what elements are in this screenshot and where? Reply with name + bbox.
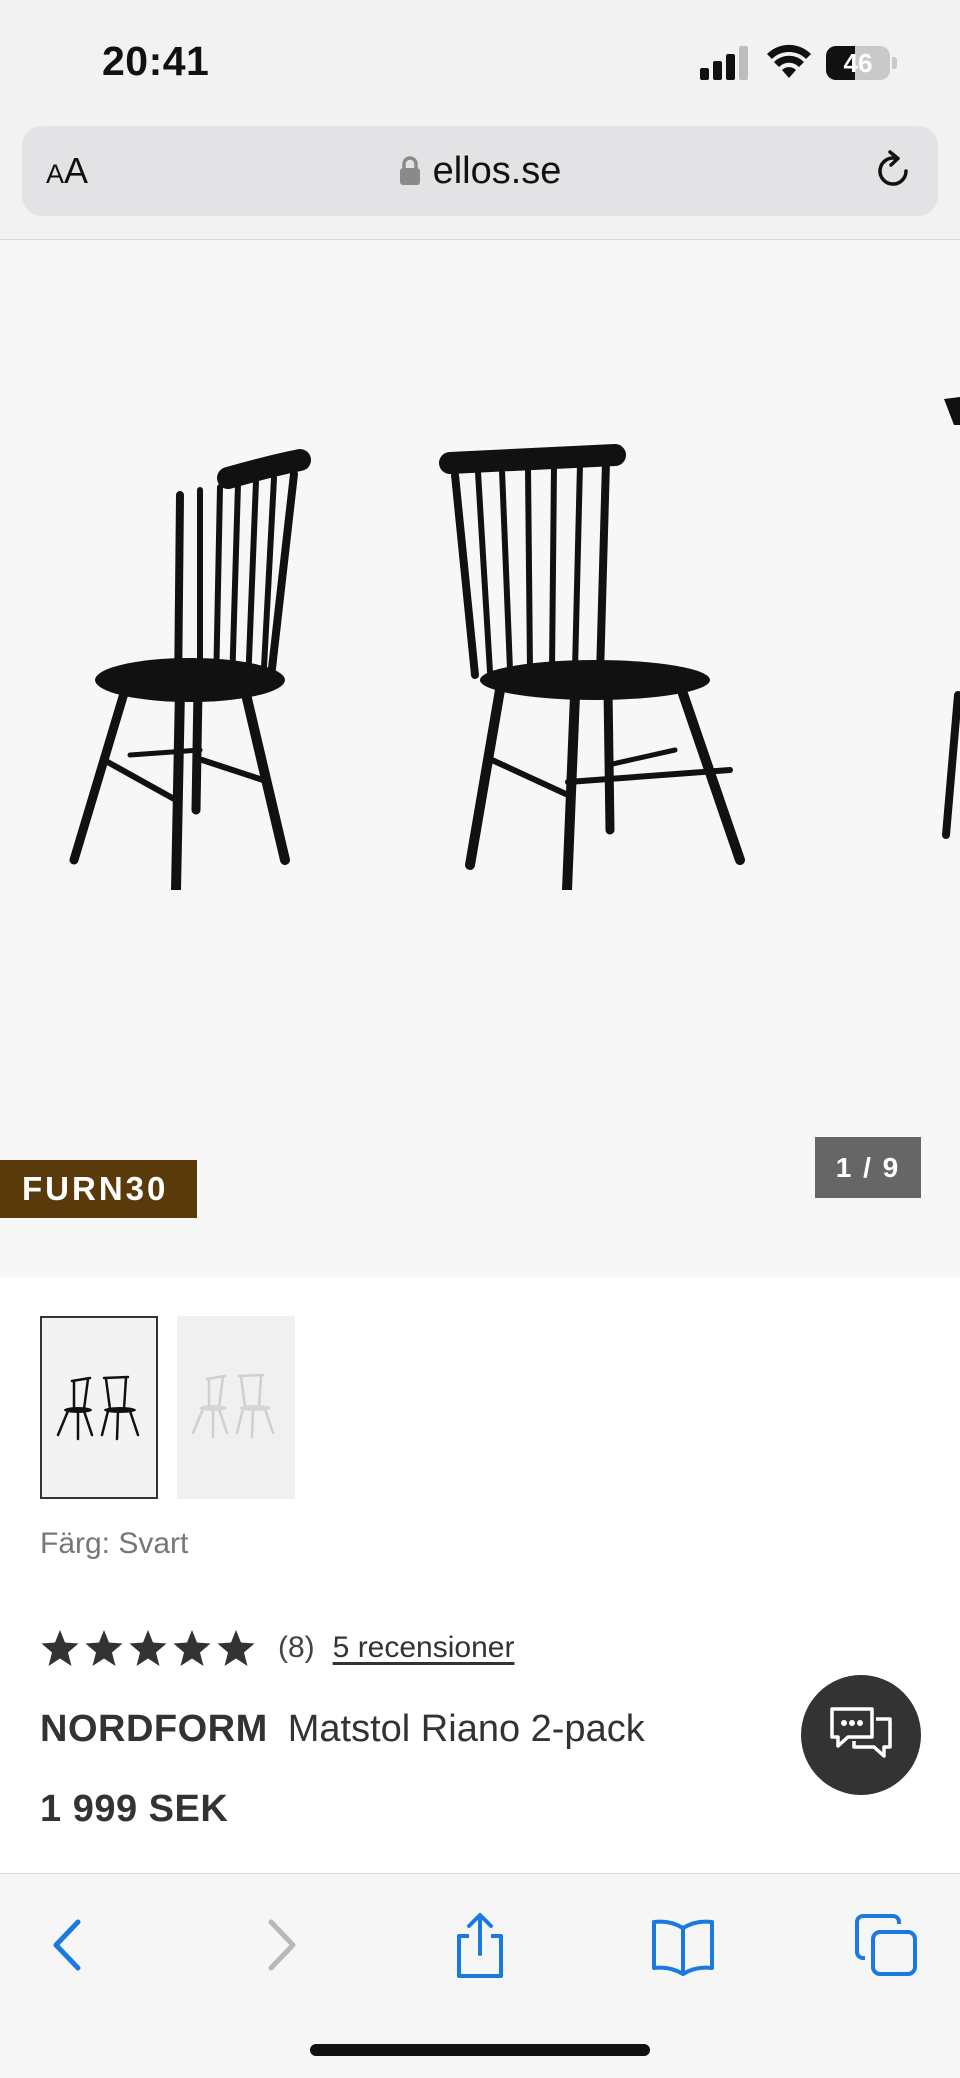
product-brand[interactable]: NORDFORM: [40, 1708, 268, 1750]
url-text[interactable]: ellos.se: [433, 150, 562, 193]
star-icon: [85, 1630, 123, 1666]
color-thumbnail-white[interactable]: [177, 1316, 295, 1499]
star-icon: [129, 1630, 167, 1666]
browser-toolbar: [0, 1873, 960, 2078]
selected-color-label: Färg: Svart: [40, 1527, 189, 1560]
product-title: NORDFORM Matstol Riano 2-pack: [40, 1708, 645, 1751]
color-thumbnail-black[interactable]: [40, 1316, 158, 1499]
status-bar: 20:41 46: [0, 0, 960, 120]
status-time: 20:41: [102, 38, 210, 84]
thumbnail-chairs-white: [191, 1373, 275, 1439]
reload-icon[interactable]: [870, 148, 916, 194]
chat-icon: [830, 1707, 892, 1758]
battery-level: 46: [843, 48, 873, 78]
share-icon[interactable]: [445, 1910, 515, 1980]
tabs-icon[interactable]: [851, 1910, 921, 1980]
wifi-icon: [767, 44, 811, 78]
lock-icon: [399, 156, 420, 185]
chat-button[interactable]: [801, 1675, 921, 1795]
product-image-chairs: [69, 444, 745, 890]
rating-row: (8) 5 recensioner: [40, 1626, 514, 1670]
thumbnail-chairs-black: [56, 1375, 140, 1441]
home-indicator: [310, 2044, 650, 2056]
image-page-counter: 1 / 9: [815, 1137, 921, 1198]
bookmarks-icon[interactable]: [648, 1910, 718, 1980]
browser-address-area: AA ellos.se: [0, 120, 960, 240]
rating-count: (8): [278, 1631, 315, 1664]
star-icon: [217, 1630, 255, 1666]
product-name: Matstol Riano 2-pack: [287, 1708, 645, 1750]
promo-code-badge: FURN30: [0, 1160, 197, 1218]
battery-icon: 46: [826, 46, 897, 82]
forward-icon[interactable]: [243, 1910, 313, 1980]
star-icon: [173, 1630, 211, 1666]
reviews-link[interactable]: 5 recensioner: [333, 1631, 515, 1665]
back-icon[interactable]: [36, 1910, 106, 1980]
address-bar[interactable]: AA ellos.se: [22, 126, 938, 216]
rating-stars: [40, 1628, 256, 1668]
star-icon: [41, 1630, 79, 1666]
product-price: 1 999 SEK: [40, 1788, 229, 1830]
cellular-signal-icon: [700, 46, 748, 80]
product-image-gallery[interactable]: FURN30 1 / 9: [0, 240, 960, 1277]
next-image-peek: [942, 397, 960, 839]
